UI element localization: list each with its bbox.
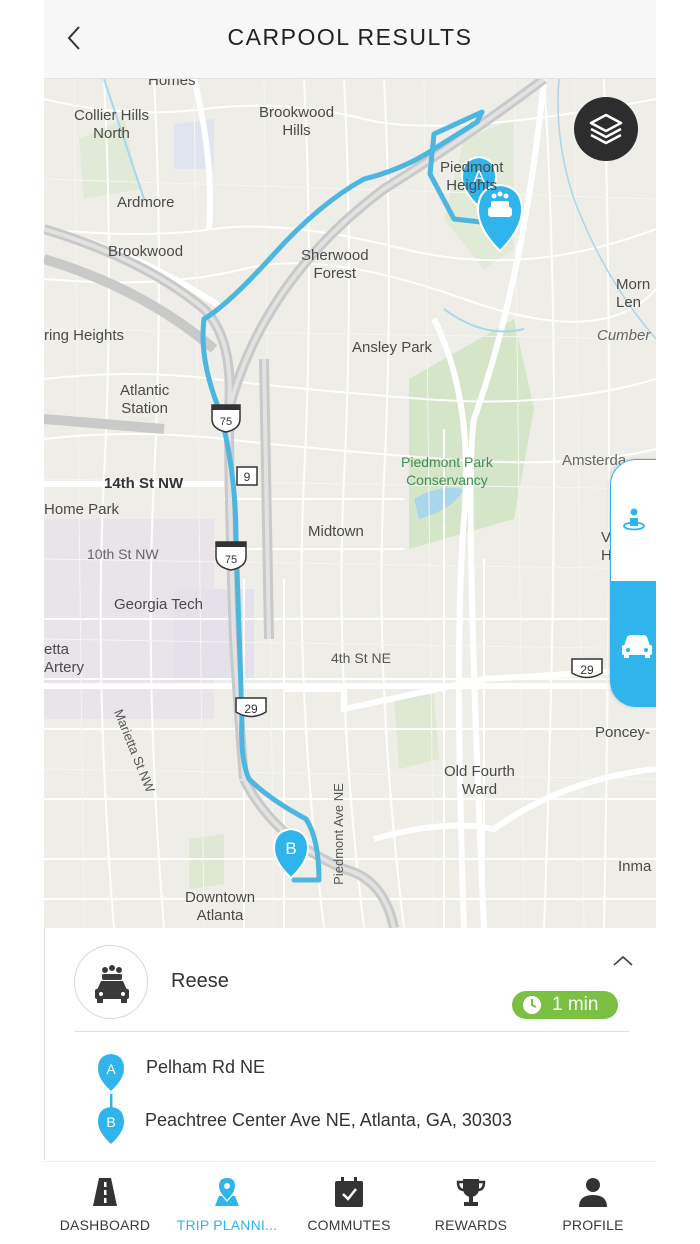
mode-switcher — [610, 459, 656, 707]
bottom-nav: DASHBOARD TRIP PLANNI... COMMUTES REWARD… — [44, 1161, 656, 1244]
carpool-result-card[interactable]: Reese 1 min A B Pelham Rd NE Peachtree C… — [44, 928, 656, 1160]
nav-commutes[interactable]: COMMUTES — [288, 1162, 410, 1244]
nav-profile[interactable]: PROFILE — [532, 1162, 654, 1244]
layers-button[interactable] — [574, 97, 638, 161]
nav-profile-label: PROFILE — [562, 1217, 624, 1233]
svg-text:29: 29 — [580, 663, 594, 677]
map-label-homes: Homes — [148, 79, 196, 89]
person-pin-icon — [623, 508, 645, 531]
calendar-check-icon — [335, 1177, 363, 1207]
nav-trip-planning-label: TRIP PLANNI... — [176, 1217, 278, 1233]
map-label-piedmont-ave: Piedmont Ave NE — [330, 783, 346, 885]
nav-commutes-label: COMMUTES — [307, 1217, 391, 1233]
driver-name: Reese — [171, 970, 229, 992]
app-screen: CARPOOL RESULTS 75 9 75 29 29 A B Homes … — [44, 0, 656, 1244]
map-label-midtown: Midtown — [308, 523, 364, 540]
divider — [74, 1031, 629, 1032]
map-label-loring-heights: ring Heights — [44, 327, 125, 344]
nav-dashboard-label: DASHBOARD — [59, 1217, 151, 1233]
sr9-shield: 9 — [236, 466, 258, 486]
svg-text:B: B — [285, 839, 296, 858]
map-label-14th-st: 14th St NW — [104, 475, 184, 492]
map-pin-icon — [215, 1178, 239, 1206]
map-label-ansley-park: Ansley Park — [352, 339, 433, 356]
map-label-home-park: Home Park — [44, 501, 120, 518]
svg-text:75: 75 — [225, 554, 237, 566]
map-label-downtown: Downtown Atlanta — [185, 889, 256, 924]
carpool-icon — [95, 965, 129, 1003]
map-label-4th-st: 4th St NE — [331, 650, 391, 666]
i75-shield-top: 75 — [211, 404, 241, 433]
i75-shield-mid: 75 — [215, 541, 247, 571]
map-label-inman: Inma — [618, 858, 652, 875]
us29-shield-right: 29 — [571, 658, 603, 679]
map-view[interactable]: 75 9 75 29 29 A B Homes Collier Hills No… — [44, 79, 656, 928]
map-label-brookwood: Brookwood — [108, 243, 184, 260]
route-stops-graphic: A B — [98, 1054, 124, 1144]
stop-a-address: Pelham Rd NE — [146, 1057, 266, 1077]
us29-shield-left: 29 — [235, 697, 267, 718]
trophy-icon — [456, 1179, 486, 1206]
map-label-morningside: Morn Len — [616, 276, 651, 311]
nav-rewards[interactable]: REWARDS — [410, 1162, 532, 1244]
svg-text:9: 9 — [244, 470, 251, 484]
stop-a-letter: A — [106, 1061, 116, 1077]
map-label-marietta-artery: etta Artery — [44, 641, 85, 676]
expand-toggle[interactable] — [611, 952, 635, 970]
header-bar: CARPOOL RESULTS — [44, 0, 656, 79]
map-label-10th-st: 10th St NW — [87, 546, 159, 562]
map-label-brookwood-hills: Brookwood Hills — [259, 104, 335, 139]
avatar — [74, 945, 148, 1019]
map-label-cumberland: Cumber — [597, 327, 651, 344]
map-label-piedmont-heights: Piedmont Heights — [440, 159, 504, 194]
svg-text:75: 75 — [220, 416, 232, 428]
map-label-atlantic-station: Atlantic Station — [120, 382, 170, 417]
stop-b-address: Peachtree Center Ave NE, Atlanta, GA, 30… — [145, 1110, 512, 1130]
map-label-ardmore: Ardmore — [117, 194, 175, 211]
time-text: 1 min — [552, 994, 599, 1015]
nav-dashboard[interactable]: DASHBOARD — [44, 1162, 166, 1244]
map-label-poncey: Poncey- — [595, 724, 651, 741]
car-icon — [622, 635, 652, 658]
map-label-collier-hills-north: Collier Hills North — [74, 107, 150, 142]
time-badge: 1 min — [512, 991, 618, 1019]
chevron-up-icon — [613, 955, 633, 966]
stop-b-letter: B — [106, 1114, 115, 1130]
car-mode-tab[interactable] — [610, 582, 656, 707]
person-icon — [579, 1178, 607, 1207]
map-label-old-fourth-ward: Old Fourth Ward — [444, 763, 515, 798]
map-label-georgia-tech: Georgia Tech — [114, 596, 203, 613]
map-label-sherwood-forest: Sherwood Forest — [301, 247, 369, 282]
carpool-icon — [488, 191, 512, 217]
page-title: CARPOOL RESULTS — [227, 24, 473, 50]
layers-icon — [589, 113, 623, 145]
nav-rewards-label: REWARDS — [434, 1217, 508, 1233]
walk-mode-tab[interactable] — [610, 459, 656, 582]
road-icon — [93, 1178, 117, 1206]
pin-b[interactable]: B — [272, 827, 310, 880]
nav-trip-planning[interactable]: TRIP PLANNI... — [166, 1162, 288, 1244]
svg-text:29: 29 — [244, 702, 258, 716]
map-label-piedmont-park: Piedmont Park Conservancy — [401, 454, 493, 488]
clock-icon — [523, 996, 541, 1014]
